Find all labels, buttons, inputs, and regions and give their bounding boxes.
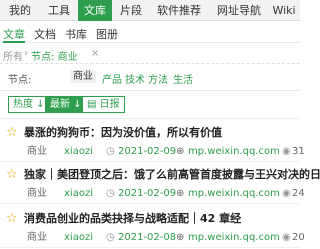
article-date: 2021-02-08 (118, 232, 177, 243)
article-author[interactable]: xiaozi (64, 146, 93, 158)
tab-mine[interactable]: 我的 (0, 0, 40, 21)
tab-library[interactable]: 文库 (78, 0, 112, 21)
article-title[interactable]: 独家｜美团登顶之后：饿了么前高管首度披露与王兴对决的日子 (24, 168, 320, 182)
divider (0, 90, 300, 91)
breadcrumb-separator: › (24, 48, 28, 59)
filter-product[interactable]: 产品 (102, 71, 122, 86)
article-author[interactable]: xiaozi (64, 188, 93, 200)
star-outline-icon[interactable]: ☆ (6, 212, 18, 226)
tab-snippets[interactable]: 片段 (114, 0, 148, 21)
list-item: ☆ 独家｜美团登顶之后：饿了么前高管首度披露与王兴对决的日子 商业 xiaozi… (0, 164, 320, 204)
breadcrumb-root[interactable]: 所有 (3, 48, 23, 63)
clock-icon: ◷ (106, 232, 115, 243)
filter-label: 节点: (8, 75, 32, 86)
globe-link-icon: ⊕ (176, 188, 185, 199)
article-source[interactable]: mp.weixin.qq.com (188, 232, 280, 244)
filter-tech[interactable]: 技术 (125, 71, 145, 86)
breadcrumb-remove-icon[interactable]: × (91, 48, 99, 59)
divider (0, 118, 300, 119)
node-filters: 节点: 商业 产品 技术 方法 生活 (0, 64, 300, 88)
subtab-articles[interactable]: 文章 (3, 26, 25, 42)
tab-url-nav[interactable]: 网址导航 (210, 0, 268, 21)
daily-report-button[interactable]: ▤ 日报 (82, 96, 125, 113)
tab-wiki[interactable]: Wiki (268, 0, 300, 21)
eye-icon: ◉ (282, 232, 291, 243)
sub-tabs: 文章 文档 书库 图册 (0, 22, 300, 43)
filter-method[interactable]: 方法 (148, 71, 168, 86)
sort-newest-button[interactable]: 最新 ↓ (45, 96, 87, 113)
star-outline-icon[interactable]: ☆ (6, 126, 18, 140)
article-tag[interactable]: 商业 (27, 188, 47, 200)
breadcrumb-node: 节点: 商业 (31, 52, 78, 63)
subtab-documents[interactable]: 文档 (34, 26, 56, 42)
article-source[interactable]: mp.weixin.qq.com (188, 188, 280, 200)
article-date: 2021-02-09 (118, 146, 177, 157)
article-tag[interactable]: 商业 (27, 232, 47, 244)
sort-bar: 热度 ↓ 最新 ↓ ▤ 日报 (0, 96, 300, 114)
subtab-albums[interactable]: 图册 (96, 26, 118, 42)
tab-software[interactable]: 软件推荐 (150, 0, 208, 21)
star-outline-icon[interactable]: ☆ (6, 168, 18, 182)
filter-life[interactable]: 生活 (173, 71, 193, 86)
top-navigation: 我的 工具 文库 片段 软件推荐 网址导航 Wiki (0, 0, 300, 21)
article-date: 2021-02-09 (118, 188, 177, 199)
filter-business[interactable]: 商业 (70, 70, 96, 83)
article-views: 31 (292, 146, 305, 157)
article-author[interactable]: xiaozi (64, 232, 93, 244)
list-item: ☆ 暴涨的狗狗币：因为没价值，所以有价值 商业 xiaozi ◷ 2021-02… (0, 122, 305, 162)
tab-tools[interactable]: 工具 (42, 0, 76, 21)
article-views: 24 (292, 188, 305, 199)
article-title[interactable]: 消费品创业的品类抉择与战略适配｜42 章经 (24, 212, 241, 226)
clock-icon: ◷ (106, 188, 115, 199)
clock-icon: ◷ (106, 146, 115, 157)
eye-icon: ◉ (282, 188, 291, 199)
sort-hot-button[interactable]: 热度 ↓ (8, 96, 50, 113)
article-source[interactable]: mp.weixin.qq.com (188, 146, 280, 158)
globe-link-icon: ⊕ (176, 232, 185, 243)
article-views: 20 (292, 232, 305, 243)
eye-icon: ◉ (282, 146, 291, 157)
article-tag[interactable]: 商业 (27, 146, 47, 158)
article-title[interactable]: 暴涨的狗狗币：因为没价值，所以有价值 (24, 126, 222, 140)
subtab-books[interactable]: 书库 (65, 26, 87, 42)
globe-link-icon: ⊕ (176, 146, 185, 157)
list-item: ☆ 消费品创业的品类抉择与战略适配｜42 章经 商业 xiaozi ◷ 2021… (0, 208, 305, 248)
active-subtab-indicator (3, 41, 25, 43)
